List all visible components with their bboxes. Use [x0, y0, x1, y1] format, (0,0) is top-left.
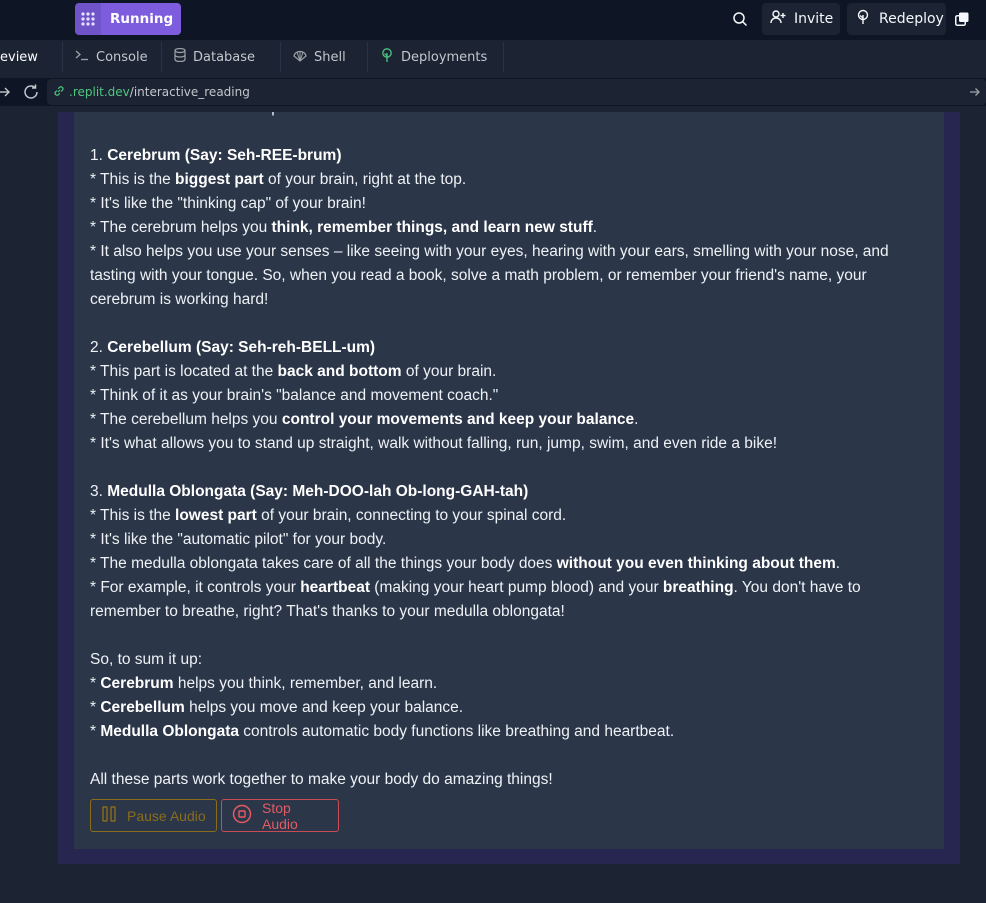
tab-label: Shell: [314, 49, 346, 65]
summary-line: * Medulla Oblongata controls automatic b…: [90, 723, 675, 740]
bullet-line: * It's like the "automatic pilot" for yo…: [90, 531, 387, 548]
section-heading: 3. Medulla Oblongata (Say: Meh-DOO-lah O…: [90, 483, 529, 500]
url-domain: .replit.dev: [69, 85, 130, 99]
url-path: /interactive_reading: [129, 85, 250, 99]
webview-content: Your brain has three main parts: 1. Cere…: [0, 112, 986, 903]
tab-webview[interactable]: eview: [0, 42, 63, 72]
add-user-icon: [770, 9, 786, 29]
top-bar: Running Invite Redeploy: [0, 0, 986, 40]
summary-line: * Cerebellum helps you move and keep you…: [90, 699, 464, 716]
bullet-line: * For example, it controls your heartbea…: [90, 579, 861, 620]
reading-text: Your brain has three main parts: 1. Cere…: [90, 112, 930, 792]
redeploy-button[interactable]: Redeploy: [847, 3, 946, 35]
redeploy-label: Redeploy: [879, 11, 944, 27]
audio-controls: Pause Audio Stop Audio: [90, 799, 339, 832]
database-icon: [174, 47, 186, 66]
bullet-line: * It's what allows you to stand up strai…: [90, 435, 778, 452]
invite-button[interactable]: Invite: [762, 3, 840, 35]
bullet-line: * This is the lowest part of your brain,…: [90, 507, 567, 524]
tab-deployments[interactable]: Deployments: [368, 42, 504, 72]
pause-audio-button[interactable]: Pause Audio: [90, 799, 217, 832]
tab-console[interactable]: Console: [63, 42, 162, 72]
shell-icon: [293, 48, 307, 66]
pause-icon: [101, 805, 117, 826]
go-arrow-icon[interactable]: [968, 84, 982, 100]
deployments-icon: [380, 48, 394, 66]
bullet-line: * This part is located at the back and b…: [90, 363, 497, 380]
webview-url-bar: .replit.dev/interactive_reading: [0, 78, 986, 106]
run-grid-icon[interactable]: [75, 3, 101, 35]
stop-icon: [232, 804, 252, 827]
url-input[interactable]: .replit.dev/interactive_reading: [47, 79, 986, 105]
tab-database[interactable]: Database: [162, 42, 281, 72]
bullet-line: * It also helps you use your senses – li…: [90, 243, 889, 308]
bullet-line: * The cerebrum helps you think, remember…: [90, 219, 598, 236]
summary-intro: So, to sum it up:: [90, 651, 202, 668]
tab-shell[interactable]: Shell: [281, 42, 368, 72]
bullet-line: * Think of it as your brain's "balance a…: [90, 387, 499, 404]
pause-label: Pause Audio: [127, 807, 206, 824]
bullet-line: * The cerebellum helps you control your …: [90, 411, 639, 428]
bullet-line: * It's like the "thinking cap" of your b…: [90, 195, 366, 212]
stop-label: Stop Audio: [262, 799, 298, 832]
link-icon: [53, 85, 65, 100]
intro-line: Your brain has three main parts:: [90, 112, 930, 120]
run-button-group[interactable]: Running: [75, 3, 182, 35]
invite-label: Invite: [794, 11, 834, 27]
bullet-line: * This is the biggest part of your brain…: [90, 171, 467, 188]
tab-label: Database: [193, 49, 256, 65]
tab-label: eview: [0, 49, 38, 65]
search-icon[interactable]: [728, 7, 752, 31]
workspace-tabs: eview Console Database Shell Deployments: [0, 42, 986, 72]
summary-line: * Cerebrum helps you think, remember, an…: [90, 675, 438, 692]
bullet-line: * The medulla oblongata takes care of al…: [90, 555, 841, 572]
closing-line: All these parts work together to make yo…: [90, 771, 553, 788]
forward-arrow-icon[interactable]: [0, 83, 14, 101]
running-button[interactable]: Running: [101, 3, 182, 35]
stop-audio-button[interactable]: Stop Audio: [221, 799, 339, 832]
tab-label: Console: [96, 49, 148, 65]
section-heading: 1. Cerebrum (Say: Seh-REE-brum): [90, 147, 342, 164]
tab-label: Deployments: [401, 49, 488, 65]
copy-icon[interactable]: [950, 3, 974, 35]
section-heading: 2. Cerebellum (Say: Seh-reh-BELL-um): [90, 339, 376, 356]
reload-icon[interactable]: [22, 83, 40, 101]
deploy-tree-icon: [855, 9, 871, 29]
terminal-icon: [75, 49, 89, 65]
